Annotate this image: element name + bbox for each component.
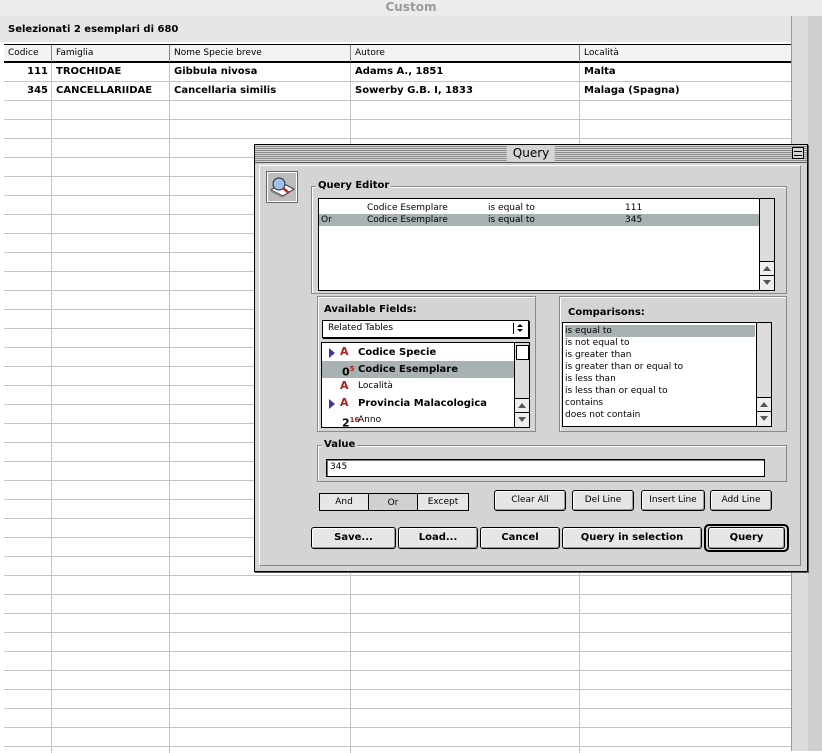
query-lines-list[interactable]: Codice Esemplare is equal to 111 Or Codi…: [318, 198, 775, 291]
comparisons-scrollbar[interactable]: [756, 323, 771, 426]
column-header-famiglia[interactable]: Famiglia: [52, 45, 170, 62]
cell-codice: 345: [27, 85, 48, 96]
save-button[interactable]: Save...: [311, 527, 396, 549]
query-line-selected[interactable]: Or Codice Esemplare is equal to 345: [319, 214, 759, 226]
add-line-button[interactable]: Add Line: [710, 490, 772, 511]
query-dialog: Query Query Editor Codice Esemplare is e…: [254, 144, 808, 572]
cell-codice: 111: [27, 66, 48, 77]
comparison-item[interactable]: is not equal to: [565, 337, 755, 349]
query-magnifier-icon: [266, 171, 298, 203]
comparison-item[interactable]: is less than: [565, 373, 755, 385]
table-row[interactable]: 111 TROCHIDAE Gibbula nivosa Adams A., 1…: [4, 63, 791, 81]
query-editor-label: Query Editor: [316, 180, 392, 191]
cell-famiglia: TROCHIDAE: [56, 66, 122, 77]
cell-nome-specie: Gibbula nivosa: [174, 66, 258, 77]
column-divider: [51, 63, 52, 753]
comparison-item[interactable]: is equal to: [565, 325, 755, 337]
field-item-codice-esemplare[interactable]: 05 Codice Esemplare: [322, 361, 515, 379]
clear-all-button[interactable]: Clear All: [494, 490, 566, 511]
column-header-localita[interactable]: Località: [580, 45, 791, 62]
load-button[interactable]: Load...: [398, 527, 478, 549]
numeric-field-icon: 05: [342, 365, 355, 379]
dialog-title: Query: [506, 146, 556, 161]
comparison-item[interactable]: does not contain: [565, 409, 755, 421]
alpha-field-icon: A: [340, 396, 349, 409]
query-line[interactable]: Codice Esemplare is equal to 111: [319, 202, 759, 214]
popup-arrows-icon: [513, 323, 526, 334]
scroll-down-arrow-icon[interactable]: [757, 411, 771, 426]
column-header-nome-specie[interactable]: Nome Specie breve: [170, 45, 351, 62]
window-edge: [808, 16, 822, 751]
cell-localita: Malta: [584, 66, 616, 77]
query-button[interactable]: Query: [708, 527, 785, 549]
column-divider: [169, 63, 170, 753]
comparison-item[interactable]: is greater than or equal to: [565, 361, 755, 373]
comparisons-list[interactable]: is equal to is not equal to is greater t…: [562, 322, 772, 427]
field-item-codice-specie[interactable]: A Codice Specie: [322, 344, 515, 361]
and-conjunction-button[interactable]: And: [319, 493, 369, 511]
table-row[interactable]: 345 CANCELLARIIDAE Cancellaria similis S…: [4, 82, 791, 100]
integer-field-icon: 216: [342, 416, 360, 428]
scroll-up-arrow-icon[interactable]: [515, 398, 529, 413]
scroll-up-arrow-icon[interactable]: [760, 261, 774, 276]
window-shade-icon[interactable]: [792, 147, 804, 159]
window-title: Custom: [0, 0, 822, 17]
value-label: Value: [322, 439, 358, 450]
disclosure-triangle-icon[interactable]: [329, 399, 335, 409]
column-header-codice[interactable]: Codice: [4, 45, 52, 62]
fields-list[interactable]: A Codice Specie 05 Codice Esemplare A Lo…: [321, 342, 530, 428]
available-fields-label: Available Fields:: [324, 304, 417, 315]
cell-autore: Adams A., 1851: [355, 66, 444, 77]
insert-line-button[interactable]: Insert Line: [641, 490, 705, 511]
column-header-autore[interactable]: Autore: [351, 45, 580, 62]
del-line-button[interactable]: Del Line: [572, 490, 634, 511]
scroll-up-arrow-icon[interactable]: [757, 397, 771, 412]
comparison-item[interactable]: contains: [565, 397, 755, 409]
disclosure-triangle-icon[interactable]: [329, 348, 335, 358]
cancel-button[interactable]: Cancel: [480, 527, 560, 549]
except-conjunction-button[interactable]: Except: [417, 493, 469, 511]
alpha-field-icon: A: [340, 379, 349, 392]
selection-count: Selezionati 2 esemplari di 680: [8, 24, 179, 35]
scroll-thumb[interactable]: [516, 345, 529, 360]
table-header: Codice Famiglia Nome Specie breve Autore…: [4, 44, 791, 63]
scroll-down-arrow-icon[interactable]: [515, 412, 529, 427]
scroll-down-arrow-icon[interactable]: [760, 275, 774, 290]
or-conjunction-button[interactable]: Or: [368, 493, 418, 511]
query-in-selection-button[interactable]: Query in selection: [562, 527, 702, 549]
query-lines-scrollbar[interactable]: [759, 199, 774, 290]
value-input[interactable]: 345: [326, 459, 765, 477]
field-item-provincia-malacologica[interactable]: A Provincia Malacologica: [322, 395, 515, 412]
cell-autore: Sowerby G.B. I, 1833: [355, 85, 473, 96]
alpha-field-icon: A: [340, 345, 349, 358]
cell-nome-specie: Cancellaria similis: [174, 85, 277, 96]
field-item-localita[interactable]: A Località: [322, 378, 515, 395]
fields-scrollbar[interactable]: [514, 343, 529, 427]
cell-localita: Malaga (Spagna): [584, 85, 680, 96]
comparison-item[interactable]: is less than or equal to: [565, 385, 755, 397]
related-tables-popup[interactable]: Related Tables: [322, 320, 529, 338]
field-item-anno[interactable]: 216 Anno: [322, 412, 515, 428]
comparison-item[interactable]: is greater than: [565, 349, 755, 361]
cell-famiglia: CANCELLARIIDAE: [56, 85, 153, 96]
comparisons-label: Comparisons:: [568, 307, 645, 318]
dialog-title-bar[interactable]: Query: [255, 145, 807, 163]
